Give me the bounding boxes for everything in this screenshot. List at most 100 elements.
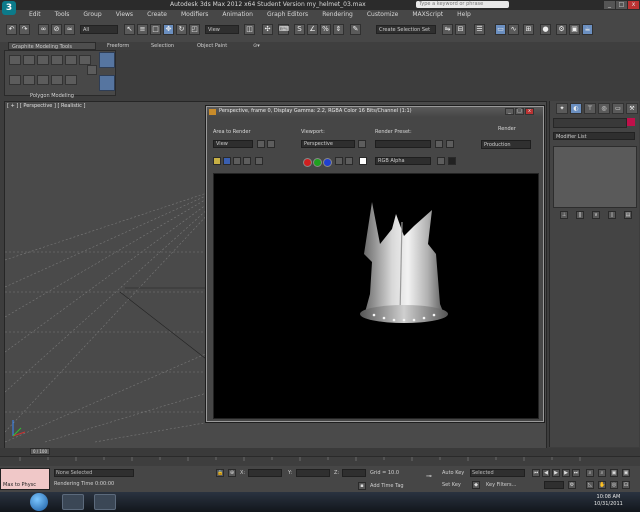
select-scale-icon[interactable]: ◰ — [189, 24, 200, 35]
tab-object-paint[interactable]: Object Paint — [194, 42, 230, 50]
close-button[interactable]: x — [628, 1, 639, 9]
edit-region-icon[interactable] — [257, 140, 265, 148]
environment-effects-icon[interactable] — [446, 140, 454, 148]
x-coordinate-field[interactable] — [248, 469, 282, 477]
monochrome-icon[interactable] — [345, 157, 353, 165]
render-preset-dropdown[interactable] — [375, 140, 431, 148]
snaps-toggle-icon[interactable]: S — [294, 24, 305, 35]
ribbon-tool-button[interactable] — [37, 75, 49, 85]
orbit-icon[interactable]: ◎ — [610, 481, 618, 489]
search-input[interactable]: Type a keyword or phrase — [416, 1, 509, 8]
go-to-end-icon[interactable]: ⏭ — [572, 469, 580, 477]
mirror-icon[interactable]: ⇋ — [442, 24, 453, 35]
time-slider[interactable]: 0 / 100 — [0, 448, 640, 456]
menu-maxscript[interactable]: MAXScript — [405, 10, 450, 20]
menu-modifiers[interactable]: Modifiers — [174, 10, 215, 20]
ribbon-panel-label[interactable]: Polygon Modeling — [30, 93, 74, 99]
utilities-tab-icon[interactable]: ⚒ — [626, 103, 638, 114]
key-filters-button[interactable]: Key Filters... — [486, 482, 516, 488]
save-image-icon[interactable] — [213, 157, 221, 165]
time-slider-thumb[interactable]: 0 / 100 — [30, 448, 50, 455]
percent-snap-icon[interactable]: % — [320, 24, 331, 35]
menu-graph-editors[interactable]: Graph Editors — [260, 10, 315, 20]
menu-rendering[interactable]: Rendering — [315, 10, 360, 20]
link-icon[interactable]: ∞ — [38, 24, 49, 35]
toggle-ui-overlay-icon[interactable] — [437, 157, 445, 165]
green-channel-icon[interactable] — [313, 158, 322, 167]
clone-window-icon[interactable] — [233, 157, 241, 165]
maxscript-listener[interactable]: Max to Physc — [0, 468, 50, 490]
ribbon-tool-button[interactable] — [65, 55, 77, 65]
ribbon-tool-button[interactable] — [79, 55, 91, 65]
display-channel-dropdown[interactable]: RGB Alpha — [375, 157, 431, 165]
previous-frame-icon[interactable]: ◀ — [542, 469, 550, 477]
maximize-button[interactable]: □ — [616, 1, 627, 9]
add-time-tag[interactable]: Add Time Tag — [370, 483, 404, 489]
remove-modifier-icon[interactable]: ▯ — [608, 211, 616, 219]
create-tab-icon[interactable]: ✦ — [556, 103, 568, 114]
ribbon-tool-button[interactable] — [23, 55, 35, 65]
select-manipulate-icon[interactable]: ✣ — [262, 24, 273, 35]
tab-graphite-modeling-tools[interactable]: Graphite Modeling Tools — [8, 42, 96, 50]
spinner-snap-icon[interactable]: ⇕ — [333, 24, 344, 35]
menu-animation[interactable]: Animation — [215, 10, 260, 20]
select-move-icon[interactable]: ✥ — [163, 24, 174, 35]
align-icon[interactable]: ⊟ — [455, 24, 466, 35]
configure-modifier-sets-icon[interactable]: ▤ — [624, 211, 632, 219]
key-mode-dropdown[interactable]: Selected — [470, 469, 525, 477]
object-name-field[interactable] — [553, 118, 627, 128]
alpha-channel-icon[interactable] — [335, 157, 343, 165]
angle-snap-icon[interactable]: ∠ — [307, 24, 318, 35]
show-end-result-icon[interactable]: ‖ — [576, 211, 584, 219]
field-of-view-icon[interactable]: ◺ — [586, 481, 594, 489]
menu-views[interactable]: Views — [109, 10, 140, 20]
ribbon-tool-button[interactable] — [65, 75, 77, 85]
material-editor-icon[interactable]: ● — [540, 24, 551, 35]
set-key-icon[interactable]: ⊸ — [426, 473, 438, 480]
ribbon-tool-button[interactable] — [87, 65, 97, 75]
modifier-list-dropdown[interactable]: Modifier List — [553, 132, 635, 140]
set-key-button[interactable]: Set Key — [442, 482, 461, 488]
edit-named-selections-icon[interactable]: ✎ — [350, 24, 361, 35]
unlink-icon[interactable]: ⊘ — [51, 24, 62, 35]
zoom-extents-icon[interactable]: ▣ — [610, 469, 618, 477]
zoom-all-icon[interactable]: ⌕ — [598, 469, 606, 477]
lock-viewport-icon[interactable] — [358, 140, 366, 148]
play-icon[interactable]: ▶ — [552, 469, 560, 477]
redo-icon[interactable]: ↷ — [19, 24, 30, 35]
minimize-button[interactable]: _ — [604, 1, 615, 9]
ribbon-tool-button[interactable] — [23, 75, 35, 85]
menu-help[interactable]: Help — [450, 10, 478, 20]
time-tag-icon[interactable]: ▪ — [358, 482, 366, 490]
bind-space-warp-icon[interactable]: ≈ — [64, 24, 75, 35]
object-color-swatch[interactable] — [627, 118, 635, 126]
menu-create[interactable]: Create — [140, 10, 174, 20]
blue-channel-icon[interactable] — [323, 158, 332, 167]
menu-tools[interactable]: Tools — [48, 10, 77, 20]
z-coordinate-field[interactable] — [342, 469, 366, 477]
key-filters-icon[interactable]: ◆ — [472, 481, 480, 489]
swatch-icon[interactable] — [359, 157, 367, 165]
absolute-transform-icon[interactable]: ⊕ — [228, 469, 236, 477]
viewport-dropdown[interactable]: Perspective — [301, 140, 355, 148]
pin-stack-icon[interactable]: ⊥ — [560, 211, 568, 219]
auto-key-button[interactable]: Auto Key — [442, 470, 464, 476]
taskbar-browser-icon[interactable] — [94, 494, 116, 510]
ribbon-large-tool-icon[interactable] — [99, 52, 115, 68]
area-to-render-dropdown[interactable]: View — [213, 140, 253, 148]
display-tab-icon[interactable]: ▭ — [612, 103, 624, 114]
tab-selection[interactable]: Selection — [148, 42, 177, 50]
render-button[interactable]: Production — [481, 140, 531, 149]
next-frame-icon[interactable]: ▶ — [562, 469, 570, 477]
select-by-name-icon[interactable]: ≡ — [137, 24, 148, 35]
named-selection-sets-dropdown[interactable]: Create Selection Set — [376, 25, 436, 34]
make-unique-icon[interactable]: ∨ — [592, 211, 600, 219]
curve-editor-icon[interactable]: ∿ — [508, 24, 519, 35]
graphite-toggle-icon[interactable]: ▭ — [495, 24, 506, 35]
ribbon-tool-button[interactable] — [51, 75, 63, 85]
render-production-icon[interactable]: ☕ — [582, 24, 593, 35]
ribbon-tool-button[interactable] — [37, 55, 49, 65]
maximize-viewport-icon[interactable]: ⊡ — [622, 481, 630, 489]
start-button-icon[interactable] — [30, 493, 48, 511]
app-logo-icon[interactable]: 3 — [2, 1, 16, 15]
